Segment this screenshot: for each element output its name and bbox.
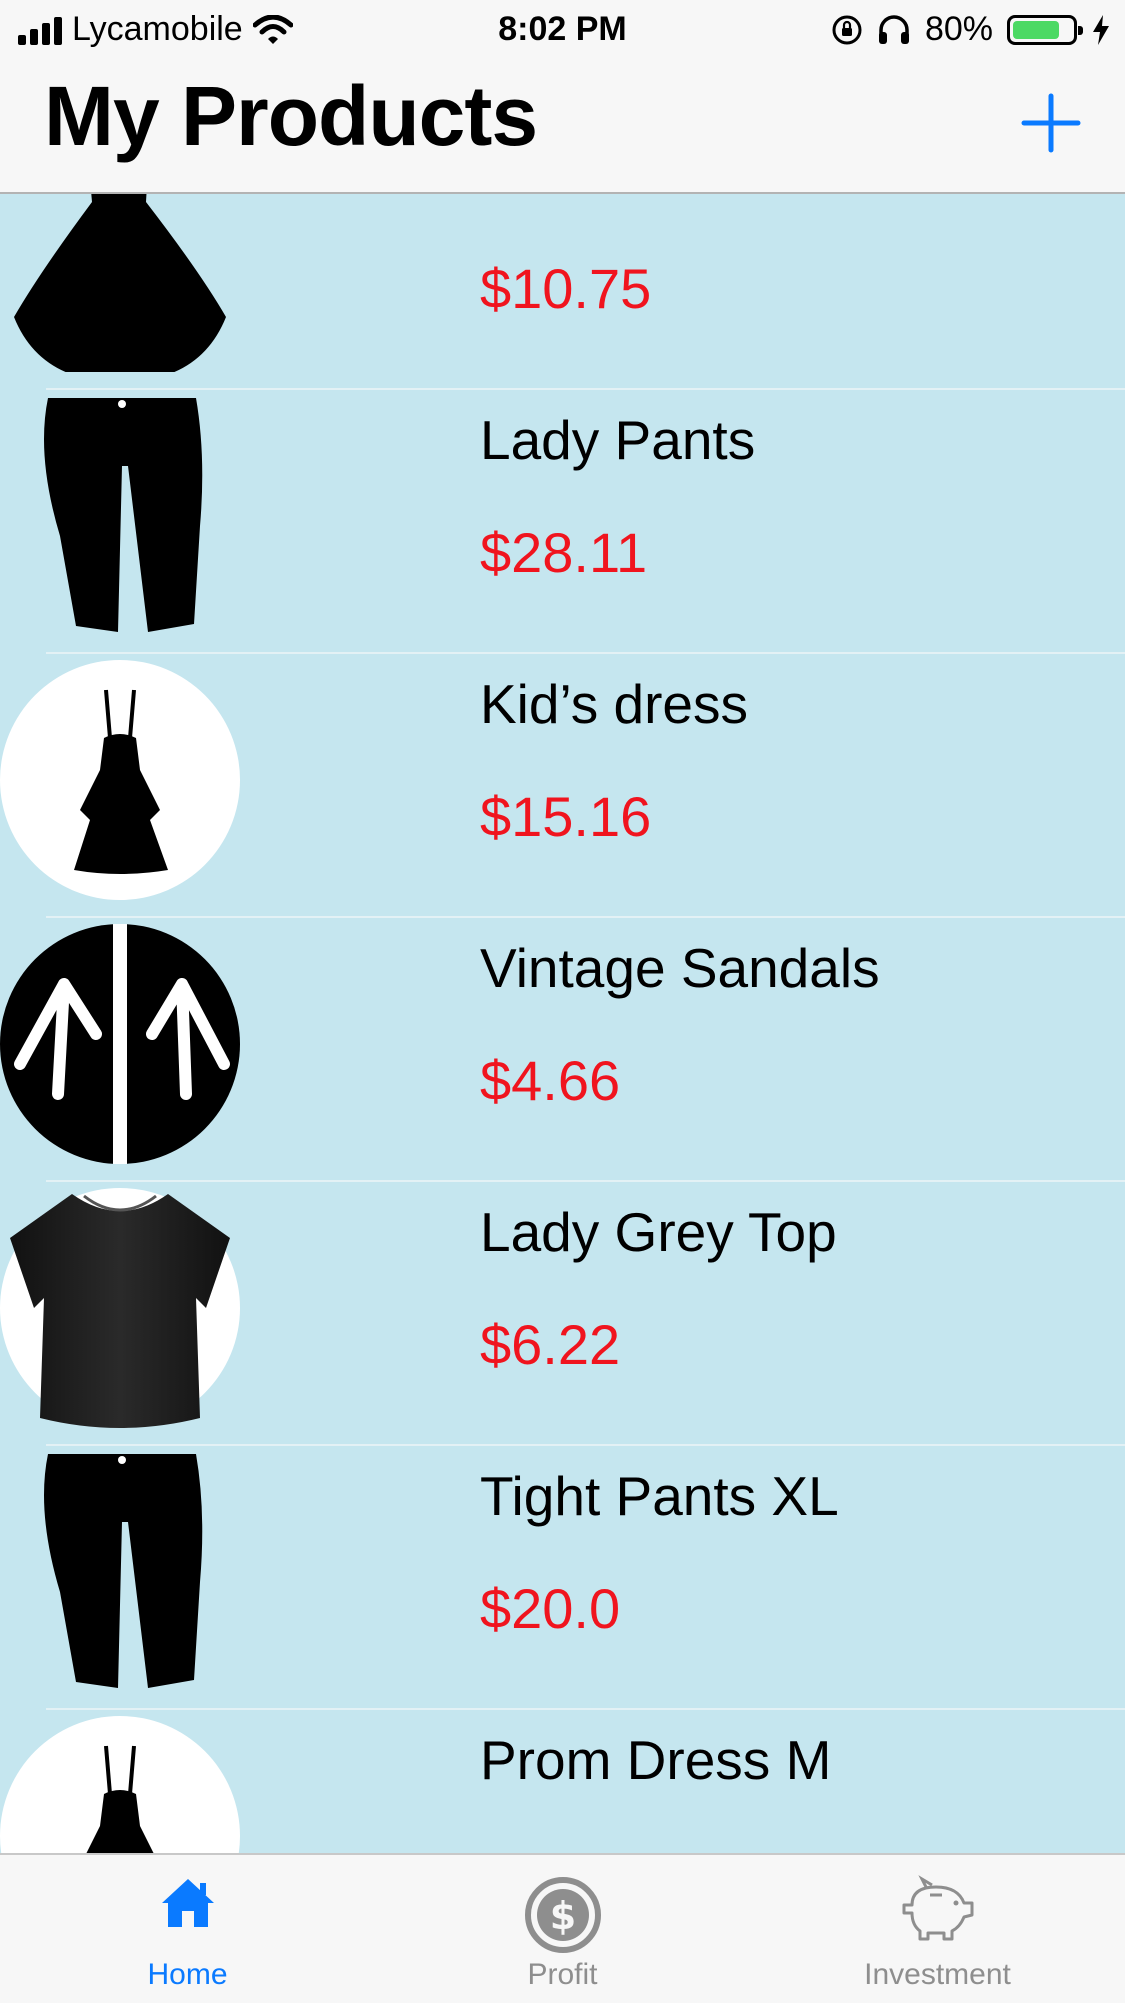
- sandals-icon: [0, 924, 240, 1164]
- product-row[interactable]: Kid’s dress $15.16: [0, 652, 1125, 916]
- product-name: Prom Dress M: [480, 1729, 832, 1791]
- navigation-bar: My Products: [0, 62, 1125, 194]
- product-name: Lady Pants: [480, 409, 756, 471]
- piggy-bank-icon: [902, 1875, 973, 1941]
- tshirt-icon: [0, 1188, 240, 1428]
- tab-home-label: Home: [147, 1958, 228, 1991]
- product-price: $10.75: [480, 257, 652, 320]
- headphones-icon: [878, 14, 909, 44]
- pants-icon: [44, 398, 203, 632]
- dollar-coin-icon: $: [524, 1877, 601, 1953]
- product-name: Lady Grey Top: [480, 1201, 837, 1263]
- home-icon: [161, 1879, 214, 1927]
- row-separator: [46, 1180, 1125, 1182]
- tab-profit[interactable]: $ Profit: [375, 1855, 750, 2003]
- kids-dress-icon: [0, 660, 240, 900]
- battery-icon: [1007, 14, 1083, 45]
- battery-percentage: 80%: [924, 10, 993, 48]
- tab-bar: Home $ Profit Investment: [0, 1853, 1125, 2003]
- product-price: $20.0: [480, 1577, 621, 1640]
- plus-icon[interactable]: [1020, 92, 1082, 154]
- product-row[interactable]: Lady Pants $28.11: [0, 388, 1125, 652]
- product-price: $6.22: [480, 1313, 621, 1376]
- pants-icon: [44, 1454, 203, 1688]
- tab-investment[interactable]: Investment: [750, 1855, 1125, 2003]
- product-price: $28.11: [480, 521, 648, 584]
- row-separator: [46, 1444, 1125, 1446]
- product-price: $15.16: [480, 785, 652, 848]
- product-row[interactable]: $10.75: [0, 194, 1125, 388]
- charging-bolt-icon: [1093, 14, 1109, 45]
- row-separator: [46, 388, 1125, 390]
- product-name: Kid’s dress: [480, 673, 748, 735]
- product-list[interactable]: $10.75 Lady Pants $28.11 Kid’s dress $15…: [0, 194, 1125, 1853]
- status-bar: Lycamobile 8:02 PM 80%: [0, 0, 1125, 62]
- dress-icon: [14, 194, 226, 372]
- product-row[interactable]: Vintage Sandals $4.66: [0, 916, 1125, 1180]
- row-separator: [46, 652, 1125, 654]
- row-separator: [46, 1708, 1125, 1710]
- rotation-lock-icon: [832, 15, 862, 44]
- product-price: $4.66: [480, 1049, 621, 1112]
- tab-profit-label: Profit: [527, 1958, 598, 1991]
- page-title: My Products: [44, 69, 538, 163]
- product-row[interactable]: Lady Grey Top $6.22: [0, 1180, 1125, 1444]
- product-name: Tight Pants XL: [480, 1465, 839, 1527]
- kids-dress-icon: [0, 1716, 240, 1853]
- product-row[interactable]: Prom Dress M: [0, 1708, 1125, 1853]
- tab-home[interactable]: Home: [0, 1855, 375, 2003]
- svg-text:$: $: [549, 1894, 575, 1938]
- row-separator: [46, 916, 1125, 918]
- tab-investment-label: Investment: [864, 1958, 1011, 1991]
- product-row[interactable]: Tight Pants XL $20.0: [0, 1444, 1125, 1708]
- product-name: Vintage Sandals: [480, 937, 880, 999]
